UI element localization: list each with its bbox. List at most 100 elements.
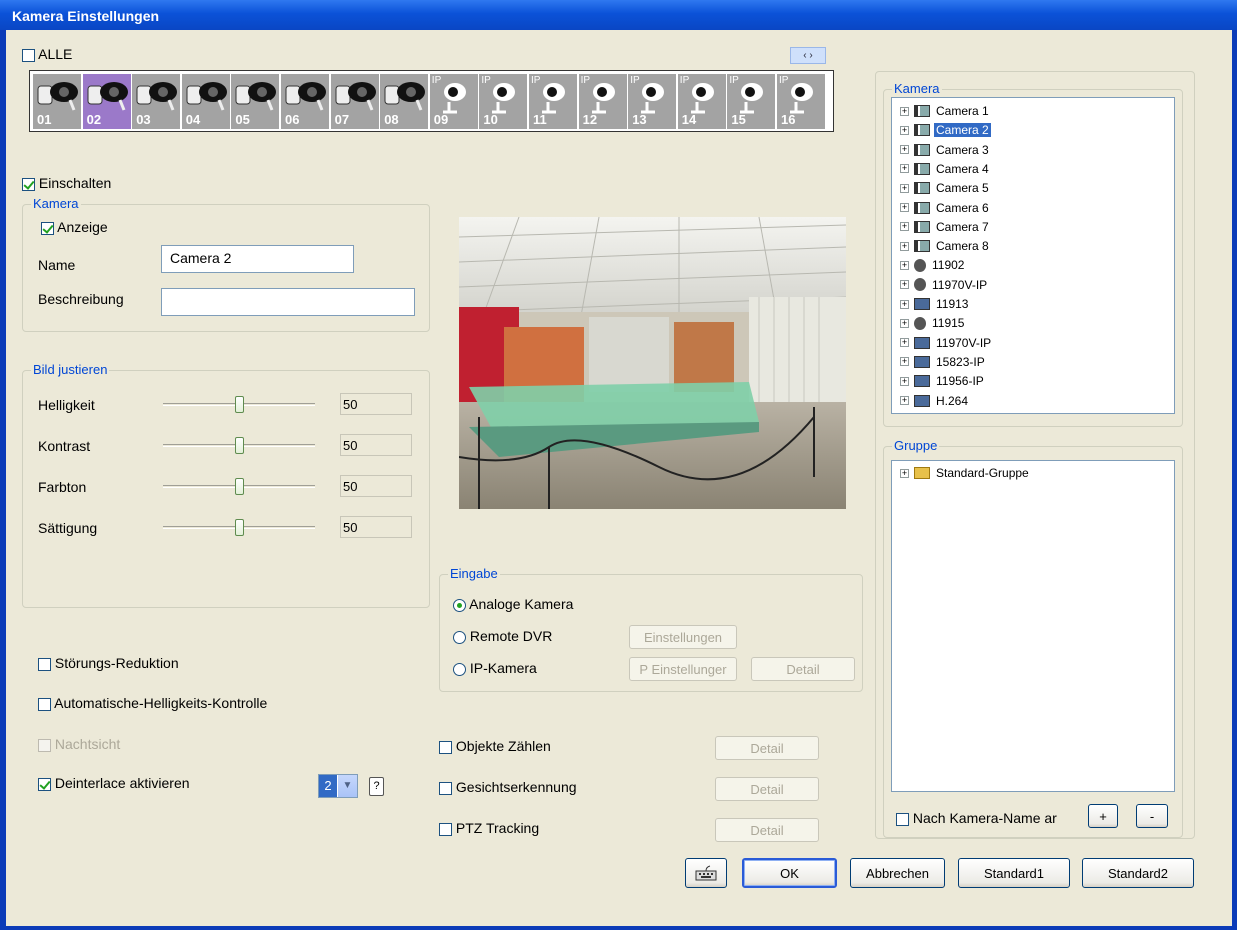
display-toggle[interactable]: Anzeige: [41, 219, 108, 235]
expand-icon[interactable]: +: [900, 125, 909, 135]
adjust-slider[interactable]: [163, 518, 315, 538]
camera-strip-item[interactable]: 08: [380, 74, 429, 129]
camera-tree-item[interactable]: + Camera 8: [900, 237, 991, 255]
camera-strip-item[interactable]: 03: [132, 74, 181, 129]
camera-strip-item[interactable]: 02: [82, 74, 131, 129]
camera-strip-item[interactable]: IP 09: [429, 74, 478, 129]
ok-button[interactable]: OK: [742, 858, 837, 888]
auto-brightness-toggle[interactable]: Automatische-Helligkeits-Kontrolle: [38, 695, 267, 711]
cancel-button[interactable]: Abbrechen: [850, 858, 945, 888]
slider-thumb[interactable]: [235, 437, 244, 454]
description-input[interactable]: [161, 288, 415, 316]
feature-toggle[interactable]: Gesichtserkennung: [439, 779, 577, 795]
camera-strip-item[interactable]: IP 12: [578, 74, 627, 129]
camera-tree-item[interactable]: +11915: [900, 314, 966, 332]
camera-strip-item[interactable]: 01: [33, 74, 81, 129]
all-cameras-toggle[interactable]: ALLE: [22, 46, 72, 62]
expand-icon[interactable]: +: [900, 145, 909, 155]
camera-tree-item[interactable]: +15823-IP: [900, 353, 987, 371]
add-group-button[interactable]: +: [1088, 804, 1118, 828]
default1-button[interactable]: Standard1: [958, 858, 1070, 888]
expand-icon[interactable]: +: [900, 318, 909, 328]
adjust-slider[interactable]: [163, 477, 315, 497]
expand-icon[interactable]: +: [900, 280, 909, 290]
camera-tree-item[interactable]: + Camera 1: [900, 102, 991, 120]
adjust-slider[interactable]: [163, 436, 315, 456]
expand-icon[interactable]: +: [900, 260, 909, 270]
analog-camera-option[interactable]: Analoge Kamera: [453, 596, 573, 612]
expand-icon[interactable]: +: [900, 396, 909, 405]
strip-scroll-arrows[interactable]: ‹ ›: [790, 47, 826, 64]
camera-tree-item[interactable]: +11970V-IP: [900, 276, 989, 294]
ip-camera-radio[interactable]: [453, 662, 466, 676]
feature-checkbox[interactable]: [439, 781, 452, 795]
camera-strip-item[interactable]: IP 15: [727, 74, 776, 129]
expand-icon[interactable]: +: [900, 183, 909, 193]
all-checkbox[interactable]: [22, 48, 35, 62]
title-bar[interactable]: Kamera Einstellungen: [0, 0, 1237, 30]
expand-icon[interactable]: +: [900, 468, 909, 478]
enable-checkbox[interactable]: [22, 177, 35, 191]
deinterlace-checkbox[interactable]: [38, 777, 51, 791]
camera-strip-item[interactable]: IP 11: [529, 74, 577, 129]
camera-tree-item[interactable]: +11902: [900, 256, 966, 274]
remote-dvr-option[interactable]: Remote DVR: [453, 628, 552, 644]
slider-thumb[interactable]: [235, 478, 244, 495]
remove-group-button[interactable]: -: [1136, 804, 1168, 828]
camera-tree-item[interactable]: +11913: [900, 295, 970, 313]
remote-dvr-radio[interactable]: [453, 630, 466, 644]
display-checkbox[interactable]: [41, 221, 54, 235]
camera-tree[interactable]: + Camera 1 + Camera 2 + Camera 3 + Camera 4 + Cam…: [891, 97, 1175, 414]
camera-strip-item[interactable]: 07: [330, 74, 379, 129]
group-tree[interactable]: + Standard-Gruppe: [891, 460, 1175, 792]
name-input[interactable]: Camera 2: [161, 245, 354, 273]
camera-tree-item[interactable]: + Camera 5: [900, 179, 991, 197]
camera-strip-item[interactable]: 04: [181, 74, 230, 129]
camera-tree-item[interactable]: +11956-IP: [900, 372, 986, 390]
camera-tree-item[interactable]: +11970V-IP: [900, 334, 993, 352]
noise-reduction-toggle[interactable]: Störungs-Reduktion: [38, 655, 179, 671]
adjust-slider[interactable]: [163, 395, 315, 415]
expand-icon[interactable]: +: [900, 222, 909, 232]
noise-reduction-checkbox[interactable]: [38, 657, 51, 671]
ip-camera-option[interactable]: IP-Kamera: [453, 660, 537, 676]
expand-icon[interactable]: +: [900, 164, 909, 174]
slider-thumb[interactable]: [235, 396, 244, 413]
feature-checkbox[interactable]: [439, 740, 452, 754]
camera-tree-item[interactable]: + Camera 6: [900, 199, 991, 217]
deinterlace-toggle[interactable]: Deinterlace aktivieren: [38, 775, 190, 791]
expand-icon[interactable]: +: [900, 106, 909, 116]
feature-toggle[interactable]: Objekte Zählen: [439, 738, 551, 754]
camera-tree-item[interactable]: + Camera 3: [900, 141, 991, 159]
camera-tree-item[interactable]: + Camera 4: [900, 160, 991, 178]
expand-icon[interactable]: +: [900, 203, 909, 212]
camera-strip-item[interactable]: 05: [231, 74, 280, 129]
expand-icon[interactable]: +: [900, 241, 909, 251]
expand-icon[interactable]: +: [900, 376, 909, 386]
help-button[interactable]: ?: [369, 777, 384, 796]
camera-strip-item[interactable]: 06: [281, 74, 329, 129]
default2-button[interactable]: Standard2: [1082, 858, 1194, 888]
analog-radio[interactable]: [453, 598, 466, 612]
feature-checkbox[interactable]: [439, 822, 452, 836]
camera-strip-item[interactable]: IP 10: [479, 74, 528, 129]
expand-icon[interactable]: +: [900, 338, 909, 348]
keyboard-button[interactable]: [685, 858, 727, 888]
group-tree-item[interactable]: + Standard-Gruppe: [900, 464, 1031, 482]
auto-brightness-checkbox[interactable]: [38, 697, 51, 711]
camera-tree-item[interactable]: + Camera 7: [900, 218, 991, 236]
camera-tree-item[interactable]: + Camera 2: [900, 121, 991, 139]
chevron-down-icon[interactable]: ▼: [337, 775, 357, 797]
expand-icon[interactable]: +: [900, 299, 909, 309]
sort-by-name-toggle[interactable]: Nach Kamera-Name ar: [896, 810, 1057, 826]
expand-icon[interactable]: +: [900, 357, 909, 367]
camera-strip-item[interactable]: IP 13: [628, 74, 677, 129]
sort-by-name-checkbox[interactable]: [896, 812, 909, 826]
camera-strip-item[interactable]: IP 14: [677, 74, 726, 129]
feature-toggle[interactable]: PTZ Tracking: [439, 820, 539, 836]
camera-tree-item[interactable]: + H.264: [900, 392, 970, 410]
slider-thumb[interactable]: [235, 519, 244, 536]
camera-strip-item[interactable]: IP 16: [777, 74, 825, 129]
enable-toggle[interactable]: Einschalten: [22, 175, 111, 191]
deinterlace-select[interactable]: 2 ▼: [318, 774, 358, 798]
